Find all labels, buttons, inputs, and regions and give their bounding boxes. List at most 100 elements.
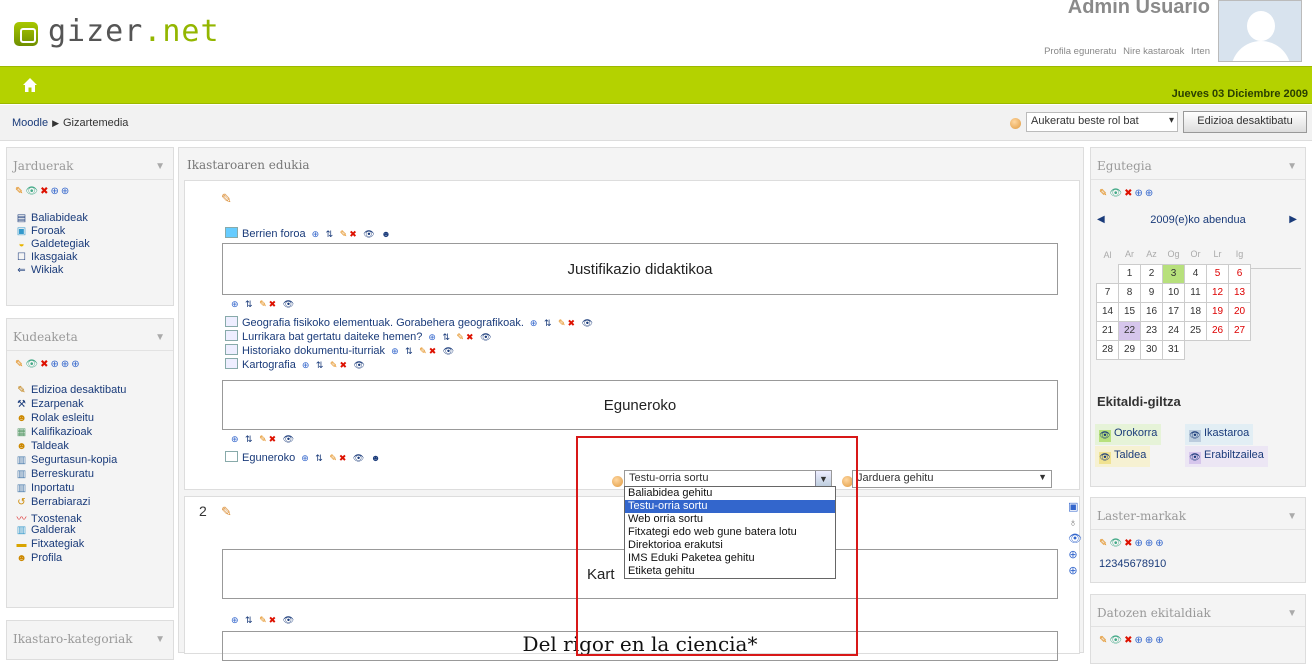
calendar-day: 31	[1162, 339, 1185, 360]
resource-item[interactable]: Lurrikara bat gertatu daiteke hemen? ⊕ ⇅ …	[225, 330, 494, 343]
add-activity-select[interactable]: Jarduera gehitu ▼	[852, 470, 1052, 488]
key-group[interactable]: 👁 Taldea	[1095, 446, 1151, 467]
administration-block-title: Kudeaketa	[13, 330, 78, 344]
reset-icon: ↺	[17, 497, 26, 508]
menu-import[interactable]: ▥ Inportatu	[15, 482, 75, 494]
section-controls[interactable]: ▣ ♁ 👁 ⊕ ⊕	[1068, 499, 1082, 609]
resource-item[interactable]: Geografia fisikoko elementuak. Gorabeher…	[225, 316, 595, 329]
key-global[interactable]: 👁 Orokorra	[1095, 424, 1162, 445]
menu-quizzes[interactable]: ◒ Galdetegiak	[15, 238, 89, 250]
calendar-day	[1184, 340, 1207, 359]
forum-icon: ▣	[16, 226, 27, 237]
calendar-day: 13	[1228, 282, 1251, 303]
bookmarks-block-title: Laster-markak	[1097, 509, 1186, 523]
groups-icon: ☻	[16, 441, 27, 452]
collapse-icon[interactable]: ▼	[155, 161, 165, 172]
section-jump-links[interactable]: 12345678910	[1099, 558, 1166, 570]
block-edit-icons[interactable]: ✎👁✖⊕⊕⊕	[15, 359, 82, 370]
collapse-icon[interactable]: ▼	[155, 332, 165, 343]
block-edit-icons[interactable]: ✎👁✖⊕⊕⊕	[1099, 538, 1166, 549]
menu-profile[interactable]: ☻ Profila	[15, 552, 62, 564]
role-select[interactable]: Aukeratu beste rol bat	[1026, 112, 1178, 132]
course-event-icon: 👁	[1189, 430, 1201, 442]
editing-off-button[interactable]: Edizioa desaktibatu	[1183, 111, 1307, 133]
collapse-icon[interactable]: ▼	[1287, 511, 1297, 522]
edit-summary-icon[interactable]: ✎	[221, 191, 232, 207]
menu-forums[interactable]: ▣ Foroak	[15, 225, 65, 237]
resource-item[interactable]: Historiako dokumentu-iturriak ⊕ ⇅ ✎✖ 👁	[225, 344, 456, 357]
categories-block: Ikastaro-kategoriak ▼	[6, 620, 174, 660]
role-icon	[1010, 118, 1021, 129]
calendar-day: 8	[1118, 282, 1141, 303]
menu-questions[interactable]: ▥ Galderak	[15, 524, 76, 536]
quiz-icon: ◒	[18, 239, 25, 250]
block-edit-icons[interactable]: ✎👁✖⊕⊕	[1099, 188, 1155, 199]
profile-update-link[interactable]: Profila eguneratu	[1044, 46, 1116, 57]
move-up-icon: ⊕	[1068, 549, 1078, 561]
calendar-day[interactable]: 3	[1162, 263, 1185, 284]
menu-settings[interactable]: ⚒ Ezarpenak	[15, 398, 84, 410]
resource-item[interactable]: Kartografia ⊕ ⇅ ✎✖ 👁	[225, 358, 367, 371]
calendar-day: 1	[1118, 263, 1141, 284]
label-diary: Eguneroko	[222, 380, 1058, 430]
roles-icon: ☻	[16, 413, 27, 424]
menu-editing-off[interactable]: ✎ Edizioa desaktibatu	[15, 384, 126, 396]
menu-lessons[interactable]: ☐ Ikasgaiak	[15, 251, 77, 263]
events-key-title: Ekitaldi-giltza	[1097, 394, 1181, 409]
label-tools-icon[interactable]: ⊕ ⇅ ✎✖ 👁	[231, 433, 296, 445]
calendar-day: 25	[1184, 320, 1207, 341]
group-event-icon: 👁	[1099, 452, 1111, 464]
menu-files[interactable]: ▬ Fitxategiak	[15, 538, 85, 550]
calendar-day: 20	[1228, 301, 1251, 322]
calendar-day: 4	[1184, 263, 1207, 284]
home-icon[interactable]	[22, 77, 38, 93]
collapse-icon[interactable]: ▼	[1287, 161, 1297, 172]
weekday-label: Lr	[1206, 245, 1229, 264]
logo-icon[interactable]	[14, 22, 38, 46]
collapse-icon[interactable]: ▼	[155, 634, 165, 645]
forum-activity[interactable]: Berrien foroa ⊕ ⇅ ✎✖ 👁 ☻	[225, 227, 393, 240]
breadcrumb-course: Gizartemedia	[63, 117, 129, 129]
calendar-day: 18	[1184, 301, 1207, 322]
breadcrumb-moodle[interactable]: Moodle	[12, 117, 48, 129]
block-edit-icons[interactable]: ✎👁✖⊕⊕⊕	[1099, 635, 1166, 646]
user-name: Admin Usuario	[1067, 0, 1210, 18]
menu-assign-roles[interactable]: ☻ Rolak esleitu	[15, 412, 94, 424]
edit-summary-icon[interactable]: ✎	[221, 504, 232, 520]
calendar-day: 12	[1206, 282, 1229, 303]
highlight-icon: ▣	[1068, 501, 1079, 513]
weekday-label: Az	[1140, 245, 1163, 264]
weekday-label: Ig	[1228, 245, 1251, 264]
calendar-day[interactable]: 22	[1118, 320, 1141, 341]
highlight-annotation	[576, 436, 858, 656]
menu-groups[interactable]: ☻ Taldeak	[15, 440, 69, 452]
administration-block: Kudeaketa ▼ ✎👁✖⊕⊕⊕ ✎ Edizioa desaktibatu ⚒…	[6, 318, 174, 608]
calendar-day: 23	[1140, 320, 1163, 341]
dropdown-arrow-icon: ▼	[1038, 472, 1047, 482]
menu-grades[interactable]: ▦ Kalifikazioak	[15, 426, 92, 438]
logout-link[interactable]: Irten	[1191, 46, 1210, 57]
collapse-icon[interactable]: ▼	[1287, 608, 1297, 619]
label-tools-icon[interactable]: ⊕ ⇅ ✎✖ 👁	[231, 614, 296, 626]
avatar[interactable]	[1218, 0, 1302, 62]
nav-bar: Jueves 03 Diciembre 2009	[0, 66, 1312, 104]
profile-icon: ☻	[16, 553, 27, 564]
label-tools-icon[interactable]: ⊕ ⇅ ✎✖ 👁	[231, 298, 296, 310]
key-course[interactable]: 👁 Ikastaroa	[1185, 424, 1254, 445]
menu-restore[interactable]: ▥ Berreskuratu	[15, 468, 94, 480]
menu-wikis[interactable]: ⇐ Wikiak	[15, 264, 63, 276]
user-event-icon: 👁	[1189, 452, 1201, 464]
eye-icon: 👁	[1068, 533, 1082, 545]
lesson-icon: ☐	[17, 252, 26, 263]
calendar-month[interactable]: 2009(e)ko abendua	[1091, 214, 1305, 226]
site-logo[interactable]: gizer.net	[48, 14, 220, 49]
menu-reports[interactable]: 〰 Txostenak	[15, 510, 82, 525]
menu-resources[interactable]: ▤ Baliabideak	[15, 212, 88, 224]
menu-reset[interactable]: ↺ Berrabiarazi	[15, 496, 90, 508]
wiki-activity[interactable]: Eguneroko ⊕ ⇅ ✎✖ 👁 ☻	[225, 451, 382, 464]
key-user[interactable]: 👁 Erabiltzailea	[1185, 446, 1268, 467]
next-month-icon[interactable]: ▶	[1289, 214, 1297, 225]
menu-backup[interactable]: ▥ Segurtasun-kopia	[15, 454, 117, 466]
block-edit-icons[interactable]: ✎👁✖⊕⊕	[15, 186, 71, 197]
my-courses-link[interactable]: Nire kastaroak	[1123, 46, 1184, 57]
